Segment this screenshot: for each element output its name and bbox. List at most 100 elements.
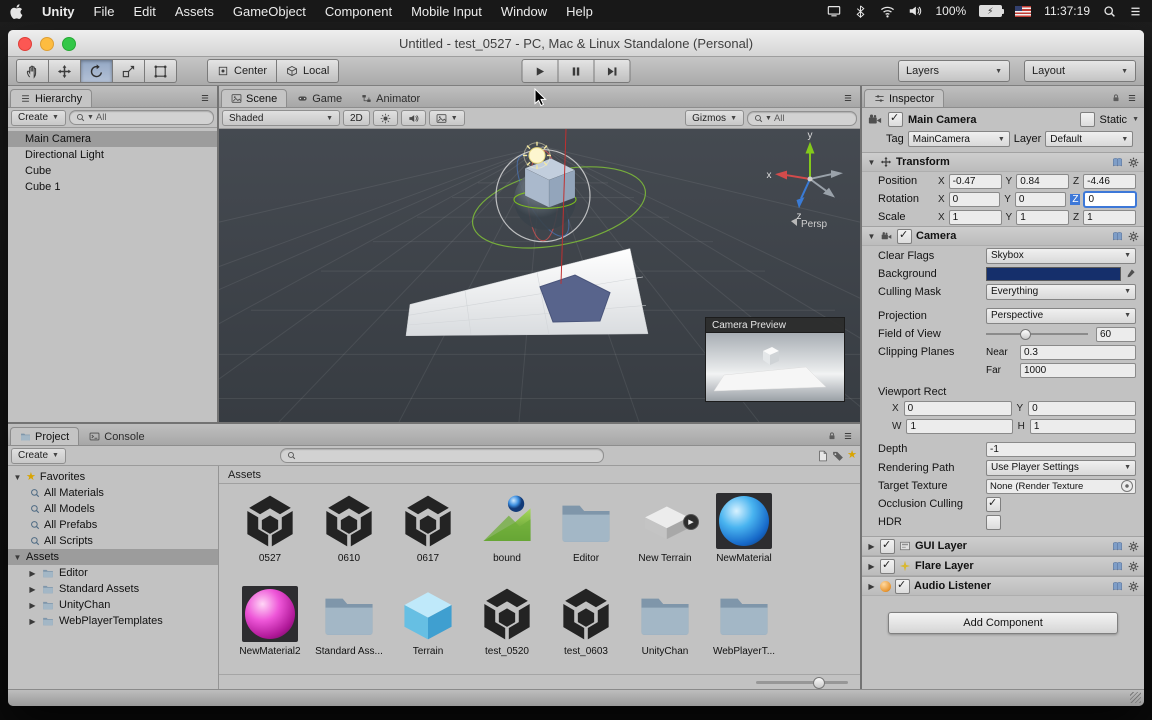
position-x-field[interactable]: -0.47 bbox=[948, 173, 1002, 189]
window-title-bar[interactable]: Untitled - test_0527 - PC, Mac & Linux S… bbox=[8, 30, 1144, 57]
asset-zoom-slider[interactable] bbox=[756, 677, 848, 689]
menu-app-name[interactable]: Unity bbox=[42, 4, 75, 19]
menu-edit[interactable]: Edit bbox=[133, 4, 155, 19]
gameobject-name-field[interactable]: Main Camera bbox=[908, 114, 1075, 126]
play-button[interactable] bbox=[521, 59, 559, 83]
tree-assets-root[interactable]: ▼ Assets bbox=[8, 549, 218, 565]
foldout-icon[interactable]: ▶ bbox=[867, 542, 876, 551]
2d-toggle-button[interactable]: 2D bbox=[343, 110, 370, 126]
panel-menu-icon[interactable] bbox=[1127, 93, 1137, 103]
projection-dropdown[interactable]: Perspective ▼ bbox=[986, 307, 1136, 324]
project-create-dropdown[interactable]: Create ▼ bbox=[11, 447, 66, 464]
clear-flags-dropdown[interactable]: Skybox ▼ bbox=[986, 247, 1136, 264]
position-y-field[interactable]: 0.84 bbox=[1016, 173, 1070, 189]
gameobject-enabled-checkbox[interactable] bbox=[888, 111, 903, 127]
scene-audio-toggle[interactable] bbox=[400, 110, 426, 126]
project-search-input[interactable] bbox=[279, 448, 604, 463]
asset-0610[interactable]: 0610 bbox=[310, 492, 388, 585]
occlusion-culling-checkbox[interactable] bbox=[986, 496, 1001, 512]
panel-menu-icon[interactable] bbox=[843, 93, 853, 103]
foldout-icon[interactable]: ▶ bbox=[28, 585, 37, 594]
expand-subassets-badge[interactable]: ▶ bbox=[683, 514, 699, 530]
tree-folder-standard-assets[interactable]: ▶ Standard Assets bbox=[8, 581, 218, 597]
tab-game[interactable]: Game bbox=[288, 90, 351, 107]
gui-layer-enabled-checkbox[interactable] bbox=[880, 538, 895, 554]
gear-icon[interactable] bbox=[1128, 157, 1139, 168]
asset-newmaterial[interactable]: NewMaterial bbox=[705, 492, 783, 585]
flare-layer-enabled-checkbox[interactable] bbox=[880, 558, 895, 574]
menu-file[interactable]: File bbox=[94, 4, 115, 19]
scale-x-field[interactable]: 1 bbox=[948, 209, 1002, 225]
asset-0527[interactable]: 0527 bbox=[231, 492, 309, 585]
tag-dropdown[interactable]: MainCamera ▼ bbox=[907, 131, 1010, 147]
add-component-button[interactable]: Add Component bbox=[888, 612, 1118, 634]
scene-effects-dropdown[interactable]: ▼ bbox=[428, 110, 465, 126]
asset-new-terrain[interactable]: ▶ New Terrain bbox=[626, 492, 704, 585]
spotlight-search-icon[interactable] bbox=[1103, 5, 1116, 18]
static-dropdown-icon[interactable]: ▼ bbox=[1132, 116, 1139, 123]
flare-layer-component-header[interactable]: ▶ Flare Layer bbox=[862, 556, 1144, 576]
lock-icon[interactable] bbox=[827, 431, 837, 441]
breadcrumb[interactable]: Assets bbox=[219, 466, 860, 484]
hierarchy-item-directional-light[interactable]: Directional Light bbox=[8, 147, 217, 163]
display-status-icon[interactable] bbox=[827, 4, 841, 18]
panel-menu-icon[interactable] bbox=[200, 93, 210, 103]
depth-field[interactable]: -1 bbox=[986, 441, 1136, 457]
audio-listener-enabled-checkbox[interactable] bbox=[895, 578, 910, 594]
tree-all-models[interactable]: All Models bbox=[8, 501, 218, 517]
camera-enabled-checkbox[interactable] bbox=[897, 228, 912, 244]
rotation-x-field[interactable]: 0 bbox=[948, 191, 1001, 207]
hierarchy-item-main-camera[interactable]: Main Camera bbox=[8, 131, 217, 147]
resize-grip[interactable] bbox=[1130, 692, 1141, 703]
minimize-window-button[interactable] bbox=[40, 37, 54, 51]
rotation-z-field[interactable]: 0 bbox=[1084, 191, 1136, 207]
search-by-label-icon[interactable] bbox=[832, 450, 844, 462]
tab-inspector[interactable]: Inspector bbox=[864, 89, 945, 107]
wifi-status-icon[interactable] bbox=[880, 4, 895, 19]
help-book-icon[interactable] bbox=[1112, 561, 1123, 572]
scale-tool-button[interactable] bbox=[113, 59, 145, 83]
scale-y-field[interactable]: 1 bbox=[1016, 209, 1070, 225]
viewport-x-field[interactable]: 0 bbox=[903, 400, 1012, 416]
tree-favorites[interactable]: ▼ ★ Favorites bbox=[8, 469, 218, 485]
asset-standard-assets-folder[interactable]: Standard Ass... bbox=[310, 585, 388, 674]
asset-terrain[interactable]: Terrain bbox=[389, 585, 467, 674]
step-button[interactable] bbox=[594, 59, 631, 83]
position-z-field[interactable]: -4.46 bbox=[1083, 173, 1136, 189]
move-tool-button[interactable] bbox=[49, 59, 81, 83]
rotation-y-field[interactable]: 0 bbox=[1014, 191, 1067, 207]
layout-dropdown[interactable]: Layout ▼ bbox=[1024, 60, 1136, 82]
menu-bar-clock[interactable]: 11:37:19 bbox=[1044, 4, 1090, 18]
target-texture-object-field[interactable]: None (Render Texture bbox=[986, 478, 1136, 494]
asset-test-0520[interactable]: test_0520 bbox=[468, 585, 546, 674]
fov-field[interactable]: 60 bbox=[1096, 326, 1136, 342]
fov-slider[interactable] bbox=[986, 329, 1088, 340]
asset-bound[interactable]: bound bbox=[468, 492, 546, 585]
menu-gameobject[interactable]: GameObject bbox=[233, 4, 306, 19]
scale-z-field[interactable]: 1 bbox=[1083, 209, 1136, 225]
asset-webplayertemplates-folder[interactable]: WebPlayerT... bbox=[705, 585, 783, 674]
gizmos-dropdown[interactable]: Gizmos ▼ bbox=[685, 110, 744, 126]
asset-test-0603[interactable]: test_0603 bbox=[547, 585, 625, 674]
menu-assets[interactable]: Assets bbox=[175, 4, 214, 19]
viewport-h-field[interactable]: 1 bbox=[1029, 418, 1136, 434]
help-book-icon[interactable] bbox=[1112, 231, 1123, 242]
rect-tool-button[interactable] bbox=[145, 59, 177, 83]
hand-tool-button[interactable] bbox=[16, 59, 49, 83]
rotate-tool-button[interactable] bbox=[81, 59, 113, 83]
gear-icon[interactable] bbox=[1128, 231, 1139, 242]
lock-icon[interactable] bbox=[1111, 93, 1121, 103]
hierarchy-item-cube[interactable]: Cube bbox=[8, 163, 217, 179]
input-language-flag-icon[interactable] bbox=[1015, 5, 1032, 17]
tree-folder-unitychan[interactable]: ▶ UnityChan bbox=[8, 597, 218, 613]
asset-editor-folder[interactable]: Editor bbox=[547, 492, 625, 585]
hierarchy-create-dropdown[interactable]: Create ▼ bbox=[11, 109, 66, 126]
menu-mobile-input[interactable]: Mobile Input bbox=[411, 4, 482, 19]
culling-mask-dropdown[interactable]: Everything ▼ bbox=[986, 283, 1136, 300]
bluetooth-status-icon[interactable] bbox=[854, 5, 867, 18]
object-picker-icon[interactable] bbox=[1121, 480, 1133, 492]
tree-folder-webplayertemplates[interactable]: ▶ WebPlayerTemplates bbox=[8, 613, 218, 629]
menu-component[interactable]: Component bbox=[325, 4, 392, 19]
viewport-w-field[interactable]: 1 bbox=[906, 418, 1013, 434]
foldout-icon[interactable]: ▶ bbox=[867, 582, 876, 591]
